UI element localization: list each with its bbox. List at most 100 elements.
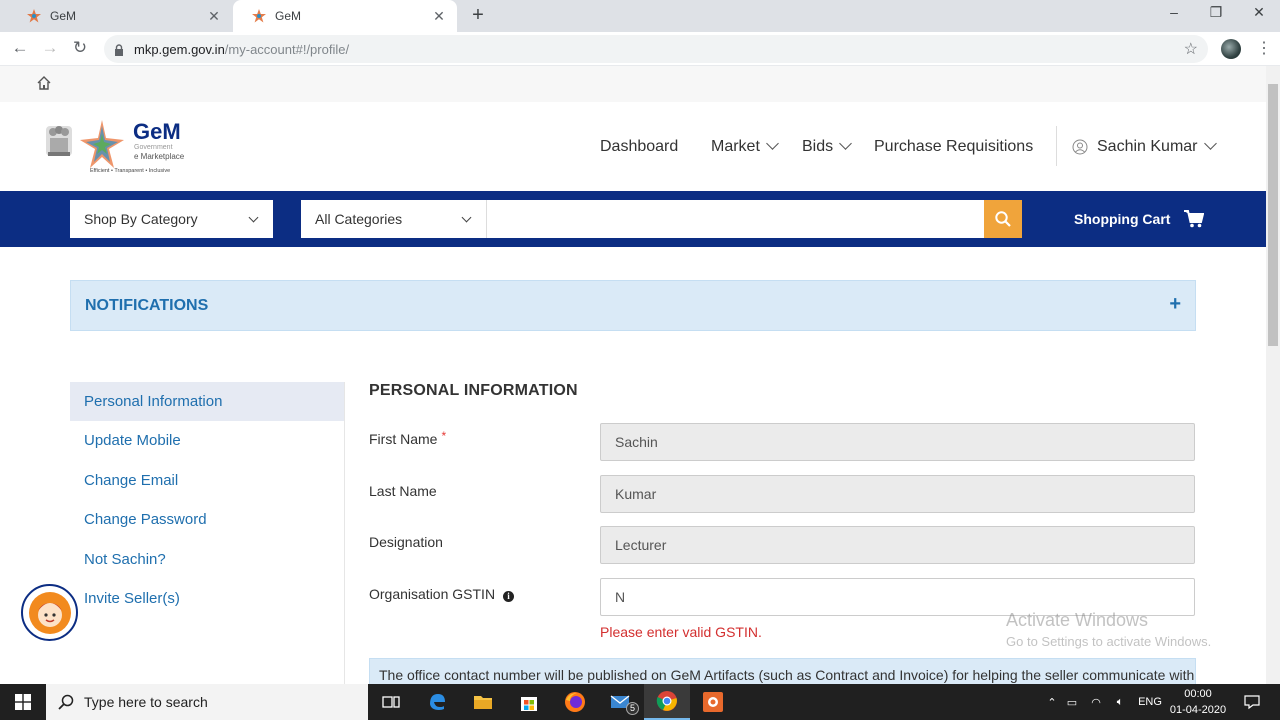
address-bar[interactable]: mkp.gem.gov.in/my-account#!/profile/ ☆ (104, 35, 1208, 63)
search-icon (995, 211, 1011, 227)
new-tab-icon[interactable]: + (468, 4, 488, 27)
browser-tab[interactable]: GeM ✕ (8, 0, 232, 32)
designation-value: Lecturer (615, 537, 667, 553)
expand-plus-icon[interactable]: + (1169, 293, 1181, 316)
activate-windows-subtext: Go to Settings to activate Windows. (1006, 634, 1212, 649)
chevron-down-icon (1203, 137, 1217, 150)
sidebar-item-change-email[interactable]: Change Email (70, 461, 345, 500)
recorder-app-icon[interactable] (690, 684, 736, 720)
emblem-icon (46, 126, 72, 156)
contact-notice: The office contact number will be publis… (369, 658, 1196, 684)
volume-icon[interactable]: 🔈︎ (1108, 696, 1132, 709)
minimize-icon[interactable]: – (1164, 4, 1184, 20)
close-window-icon[interactable]: ✕ (1249, 4, 1269, 21)
profile-sidebar: Personal Information Update Mobile Chang… (70, 382, 345, 618)
search-icon (58, 694, 74, 710)
shop-by-category-select[interactable]: Shop By Category (70, 200, 273, 238)
nav-purchase-requisitions[interactable]: Purchase Requisitions (874, 102, 1033, 191)
url-host: mkp.gem.gov.in (134, 41, 225, 57)
task-view-icon[interactable] (368, 684, 414, 720)
nav-divider (1056, 126, 1057, 166)
info-icon[interactable]: i (503, 591, 515, 602)
shopping-cart-label: Shopping Cart (1074, 211, 1171, 227)
shop-by-category-label: Shop By Category (84, 211, 198, 227)
nav-dashboard-label: Dashboard (600, 137, 679, 155)
nav-market[interactable]: Market (711, 102, 779, 191)
taskbar-search-box[interactable]: Type here to search (46, 684, 368, 720)
logo-subtitle: Government (134, 144, 173, 151)
sidebar-item-change-password[interactable]: Change Password (70, 500, 345, 539)
gstin-error-message: Please enter valid GSTIN. (600, 624, 762, 640)
chevron-down-icon (766, 137, 779, 150)
first-name-field[interactable]: Sachin (600, 423, 1195, 461)
sidebar-item-update-mobile[interactable]: Update Mobile (70, 421, 345, 460)
designation-field[interactable]: Lecturer (600, 526, 1195, 564)
language-indicator[interactable]: ENG (1132, 696, 1168, 708)
sidebar-item-invite-sellers[interactable]: Invite Seller(s) (70, 579, 345, 618)
search-button[interactable] (984, 200, 1022, 238)
gstin-value: N (615, 589, 626, 605)
user-name: Sachin Kumar (1097, 137, 1198, 155)
nav-bids-label: Bids (802, 137, 834, 155)
back-icon[interactable]: ← (10, 38, 30, 58)
last-name-field[interactable]: Kumar (600, 475, 1195, 513)
battery-icon[interactable]: ▭ (1060, 696, 1084, 709)
user-menu[interactable]: Sachin Kumar (1072, 102, 1217, 191)
first-name-value: Sachin (615, 434, 658, 450)
tab-title: GeM (50, 9, 77, 23)
nav-dashboard[interactable]: Dashboard (600, 102, 678, 191)
first-name-label: First Name * (369, 429, 447, 447)
restore-icon[interactable]: ❐ (1206, 4, 1226, 21)
activate-windows-watermark: Activate Windows (1006, 610, 1149, 630)
cart-icon (1184, 210, 1205, 228)
mail-icon[interactable]: 5 (598, 684, 644, 720)
page-scrollbar[interactable] (1266, 66, 1280, 684)
gem-favicon-icon (26, 8, 42, 24)
notifications-panel[interactable]: NOTIFICATIONS + (70, 280, 1196, 331)
lock-icon (114, 43, 124, 56)
chatbot-button[interactable] (21, 584, 78, 641)
mail-badge: 5 (626, 702, 639, 715)
first-name-label-text: First Name (369, 431, 438, 447)
firefox-icon[interactable] (552, 684, 598, 720)
home-icon[interactable] (36, 75, 52, 96)
bookmark-star-icon[interactable]: ☆ (1184, 39, 1198, 59)
edge-browser-icon[interactable] (414, 684, 460, 720)
notification-center-icon[interactable] (1232, 684, 1272, 720)
sidebar-item-personal-information[interactable]: Personal Information (70, 382, 345, 422)
gem-logo[interactable]: GeM Government e Marketplace Efficient •… (42, 118, 192, 178)
nav-market-label: Market (711, 137, 760, 155)
shopping-cart-link[interactable]: Shopping Cart (1074, 200, 1205, 238)
system-tray: ⌃ ▭ ◠ 🔈︎ ENG (1044, 684, 1168, 720)
nav-bids[interactable]: Bids (802, 102, 852, 191)
clock-time: 00:00 (1184, 688, 1212, 700)
page-content: GeM Government e Marketplace Efficient •… (0, 66, 1266, 684)
tab-title: GeM (275, 9, 302, 23)
wifi-icon[interactable]: ◠ (1084, 696, 1108, 709)
chevron-up-icon[interactable]: ⌃ (1044, 696, 1060, 709)
user-icon (1072, 139, 1088, 155)
reload-icon[interactable]: ↻ (70, 38, 90, 58)
required-asterisk: * (441, 429, 447, 443)
windows-taskbar: Type here to search 5 ⌃ ▭ ◠ 🔈︎ ENG 00:00… (0, 684, 1280, 720)
file-explorer-icon[interactable] (460, 684, 506, 720)
menu-kebab-icon[interactable]: ⋮ (1256, 38, 1272, 58)
all-categories-select[interactable]: All Categories (301, 200, 487, 238)
chrome-icon[interactable] (644, 684, 690, 720)
taskbar-clock[interactable]: 00:00 01-04-2020 (1166, 686, 1230, 718)
close-tab-icon[interactable]: ✕ (431, 8, 447, 25)
taskbar-search-placeholder: Type here to search (84, 694, 208, 710)
close-tab-icon[interactable]: ✕ (206, 8, 222, 25)
sidebar-item-not-user[interactable]: Not Sachin? (70, 540, 345, 579)
forward-icon[interactable]: → (40, 38, 60, 58)
store-icon[interactable] (506, 684, 552, 720)
chatbot-avatar-icon (28, 591, 71, 634)
home-bar (0, 66, 1266, 102)
search-input[interactable] (487, 200, 984, 238)
scrollbar-thumb[interactable] (1268, 84, 1278, 346)
start-button[interactable] (0, 684, 46, 720)
sidebar-divider (344, 382, 345, 684)
designation-label: Designation (369, 534, 443, 550)
profile-avatar[interactable] (1221, 39, 1241, 59)
browser-tab-active[interactable]: GeM ✕ (233, 0, 457, 32)
